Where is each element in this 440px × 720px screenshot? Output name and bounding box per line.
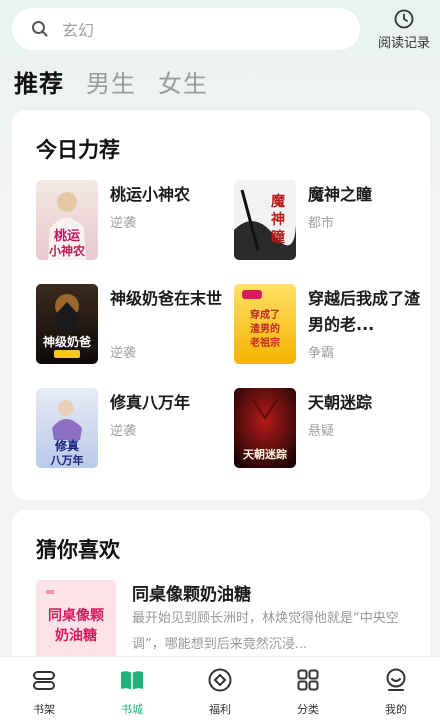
nav-welfare[interactable]: 福利 xyxy=(176,657,264,720)
book-cover: 神级奶爸 xyxy=(36,284,98,364)
search-bar[interactable]: 玄幻 xyxy=(12,8,360,50)
search-icon xyxy=(32,21,48,37)
tab-female[interactable]: 女生 xyxy=(158,64,208,99)
svg-text:修真: 修真 xyxy=(54,438,79,453)
book-tag: 逆袭 xyxy=(110,424,137,439)
book-title: 天朝迷踪 xyxy=(308,393,373,412)
recommend-card: 今日力荐 桃运 小神农 桃运小神农 逆袭 魔 神 瞳 魔神之瞳 都市 神级奶爸 … xyxy=(12,110,430,500)
tab-male[interactable]: 男生 xyxy=(86,64,136,99)
book-tag: 逆袭 xyxy=(110,346,137,361)
book-cover: 修真 八万年 xyxy=(36,388,98,468)
svg-text:老祖宗: 老祖宗 xyxy=(249,336,280,349)
tab-recommend[interactable]: 推荐 xyxy=(14,64,64,99)
svg-text:神: 神 xyxy=(271,211,285,228)
nav-label: 书架 xyxy=(33,703,55,716)
user-icon xyxy=(386,668,406,691)
nav-label: 我的 xyxy=(385,703,407,716)
diamond-icon xyxy=(208,668,232,692)
book-title: 修真八万年 xyxy=(110,393,191,412)
svg-text:小神农: 小神农 xyxy=(49,243,85,258)
book-cover: 穿成了 渣男的 老祖宗 xyxy=(234,284,296,364)
reading-history-label: 阅读记录 xyxy=(377,36,430,51)
nav-label: 书城 xyxy=(121,703,143,716)
nav-bookshelf[interactable]: 书架 xyxy=(0,657,88,720)
guess-title: 猜你喜欢 xyxy=(36,538,120,562)
svg-text:桃运: 桃运 xyxy=(54,228,80,244)
svg-text:同桌像颗: 同桌像颗 xyxy=(48,607,104,624)
svg-text:渣男的: 渣男的 xyxy=(250,322,280,335)
book-tag: 逆袭 xyxy=(110,216,137,231)
nav-bookstore[interactable]: 书城 xyxy=(88,657,176,720)
book-cover: 桃运 小神农 xyxy=(36,180,98,260)
grid-icon xyxy=(297,669,319,691)
book-tag: 争霸 xyxy=(308,346,335,361)
book-item[interactable]: 穿成了 渣男的 老祖宗 穿越后我成了渣男的老... 争霸 xyxy=(234,284,424,364)
book-item[interactable]: 天朝迷踪 天朝迷踪 悬疑 xyxy=(234,388,424,468)
book-item[interactable]: 神级奶爸 神级奶爸在末世 逆袭 xyxy=(36,284,226,364)
svg-text:奶油糖: 奶油糖 xyxy=(55,627,97,644)
book-tag: 都市 xyxy=(308,216,335,231)
reading-history-button[interactable]: 阅读记录 xyxy=(372,8,436,51)
top-bar: 玄幻 阅读记录 xyxy=(0,0,440,60)
book-title: 穿越后我成了渣男的老... xyxy=(308,289,421,334)
svg-text:穿成了: 穿成了 xyxy=(250,308,280,321)
svg-text:八万年: 八万年 xyxy=(50,453,84,467)
nav-label: 福利 xyxy=(209,703,231,716)
book-description: 最开始见到顾长洲时，林焕觉得他就是“中央空调”，哪能想到后来竟然沉浸... xyxy=(132,611,399,652)
search-placeholder: 玄幻 xyxy=(62,21,95,40)
book-item[interactable]: 魔 神 瞳 魔神之瞳 都市 xyxy=(234,180,424,260)
book-cover: 天朝迷踪 xyxy=(234,388,296,468)
recommend-title: 今日力荐 xyxy=(36,138,120,162)
book-tag: 悬疑 xyxy=(308,424,335,439)
guess-card: 猜你喜欢 同桌像颗 奶油糖 同桌像颗奶油糖 最开始见到顾长洲时，林焕觉得他就是“… xyxy=(12,510,430,670)
book-item[interactable]: 修真 八万年 修真八万年 逆袭 xyxy=(36,388,226,468)
svg-text:魔: 魔 xyxy=(271,193,286,210)
book-cover: 魔 神 瞳 xyxy=(234,180,296,260)
svg-text:天朝迷踪: 天朝迷踪 xyxy=(243,447,287,461)
category-tabs: 推荐 男生 女生 xyxy=(14,64,230,99)
nav-category[interactable]: 分类 xyxy=(264,657,352,720)
nav-profile[interactable]: 我的 xyxy=(352,657,440,720)
book-title[interactable]: 同桌像颗奶油糖 xyxy=(132,580,251,605)
book-title: 神级奶爸在末世 xyxy=(110,289,223,308)
bottom-nav: 书架 书城 福利 分类 我的 xyxy=(0,656,440,720)
nav-label: 分类 xyxy=(297,703,319,716)
book-open-icon xyxy=(121,671,143,690)
book-item[interactable]: 桃运 小神农 桃运小神农 逆袭 xyxy=(36,180,226,260)
bookshelf-icon xyxy=(33,671,55,690)
book-title: 魔神之瞳 xyxy=(308,185,373,204)
svg-text:瞳: 瞳 xyxy=(271,229,285,246)
clock-icon xyxy=(394,9,414,29)
svg-text:神级奶爸: 神级奶爸 xyxy=(43,334,91,349)
book-title: 桃运小神农 xyxy=(110,185,191,204)
